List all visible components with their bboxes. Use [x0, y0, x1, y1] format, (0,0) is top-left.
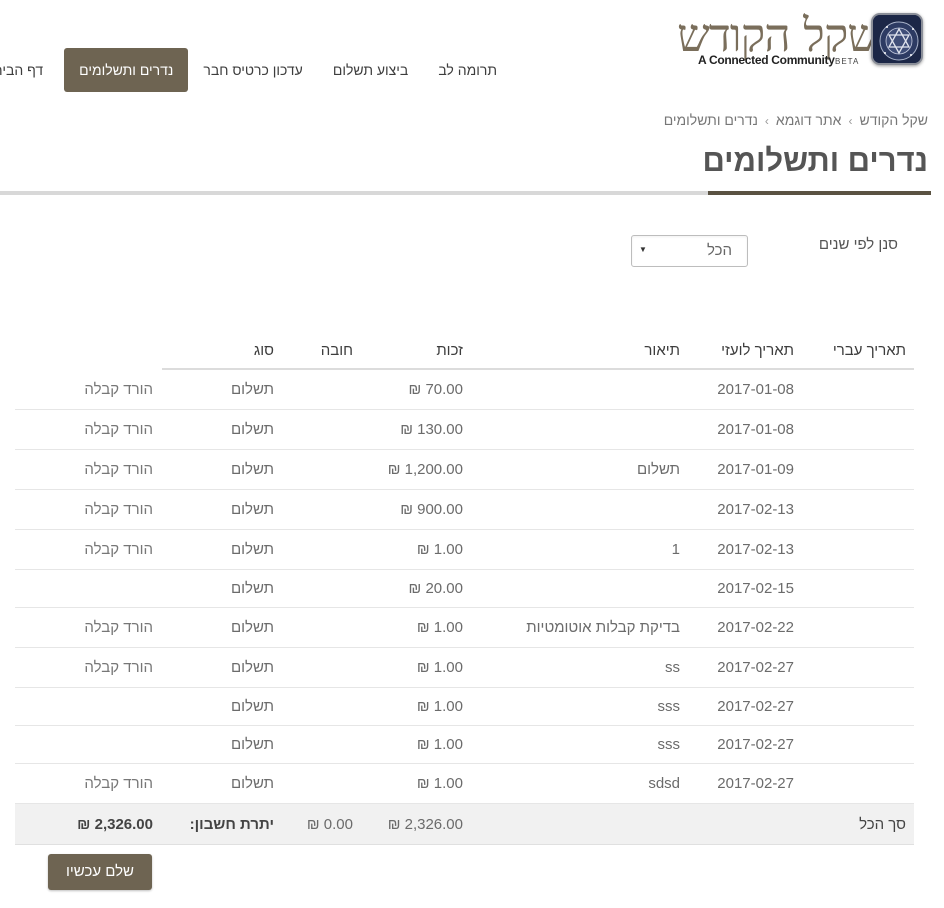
total-label: סך הכל: [859, 816, 906, 833]
cell-credit: ₪ 900.00: [400, 501, 463, 518]
download-receipt-link[interactable]: הורד קבלה: [84, 490, 153, 530]
breadcrumb-current: נדרים ותשלומים: [663, 112, 758, 128]
table-row: 2017-02-27 sdsd ₪ 1.00 תשלום הורד קבלה: [15, 764, 914, 804]
download-receipt-link[interactable]: הורד קבלה: [84, 450, 153, 490]
cell-type: תשלום: [230, 736, 274, 753]
cell-description: בדיקת קבלות אוטומטיות: [526, 619, 680, 636]
dropdown-arrow-icon: ▼: [639, 245, 647, 254]
transactions-table: תאריך עברי תאריך לועזי תיאור זכות חובה ס…: [15, 330, 914, 845]
breadcrumb-home[interactable]: שקל הקודש: [859, 112, 928, 128]
cell-credit: ₪ 1.00: [416, 736, 463, 753]
table-row: 2017-02-13 ₪ 900.00 תשלום הורד קבלה: [15, 490, 914, 530]
cell-date: 2017-02-27: [717, 659, 794, 676]
download-receipt-link[interactable]: הורד קבלה: [84, 370, 153, 410]
download-receipt-link[interactable]: הורד קבלה: [84, 648, 153, 688]
breadcrumb-separator-icon: ›: [764, 114, 769, 128]
cell-credit: ₪ 70.00: [408, 381, 463, 398]
breadcrumb-separator-icon: ›: [848, 114, 853, 128]
cell-date: 2017-02-22: [717, 619, 794, 636]
table-row: 2017-02-27 sss ₪ 1.00 תשלום: [15, 688, 914, 726]
cell-credit: ₪ 1.00: [416, 619, 463, 636]
cell-date: 2017-02-27: [717, 698, 794, 715]
total-credit: ₪ 2,326.00: [387, 816, 463, 833]
cell-type: תשלום: [230, 775, 274, 792]
nav-update-member-card[interactable]: עדכון כרטיס חבר: [188, 48, 317, 92]
cell-type: תשלום: [230, 541, 274, 558]
header-description: תיאור: [644, 342, 680, 359]
header-hebrew-date: תאריך עברי: [832, 342, 906, 359]
cell-type: תשלום: [230, 381, 274, 398]
table-row: 2017-02-27 sss ₪ 1.00 תשלום: [15, 726, 914, 764]
cell-type: תשלום: [230, 619, 274, 636]
balance-label: יתרת חשבון:: [189, 816, 274, 833]
table-row: 2017-01-08 ₪ 130.00 תשלום הורד קבלה: [15, 410, 914, 450]
cell-credit: ₪ 1.00: [416, 698, 463, 715]
header-credit: זכות: [436, 342, 463, 359]
account-balance: ₪ 2,326.00: [77, 816, 153, 833]
year-filter-select[interactable]: הכל ▼: [631, 235, 748, 267]
cell-date: 2017-02-27: [717, 775, 794, 792]
site-logo[interactable]: שקל הקודש A Connected Community BETA: [677, 8, 927, 72]
cell-date: 2017-02-15: [717, 580, 794, 597]
breadcrumb: שקל הקודש › אתר דוגמא › נדרים ותשלומים: [664, 112, 928, 128]
cell-date: 2017-02-13: [717, 501, 794, 518]
table-row: 2017-02-27 ss ₪ 1.00 תשלום הורד קבלה: [15, 648, 914, 688]
cell-date: 2017-01-08: [717, 421, 794, 438]
table-total-row: סך הכל ₪ 2,326.00 ₪ 0.00 יתרת חשבון: ₪ 2…: [15, 804, 914, 845]
cell-description: ss: [665, 659, 680, 676]
cell-credit: ₪ 130.00: [400, 421, 463, 438]
cell-description: 1: [671, 541, 680, 558]
download-receipt-link[interactable]: הורד קבלה: [84, 530, 153, 570]
cell-credit: ₪ 1.00: [416, 659, 463, 676]
nav-pledges-payments[interactable]: נדרים ותשלומים: [64, 48, 189, 92]
table-header-row: תאריך עברי תאריך לועזי תיאור זכות חובה ס…: [15, 330, 914, 370]
cell-credit: ₪ 1.00: [416, 541, 463, 558]
cell-description: תשלום: [636, 461, 680, 478]
cell-type: תשלום: [230, 461, 274, 478]
pay-now-button[interactable]: שלם עכשיו: [48, 854, 152, 890]
cell-type: תשלום: [230, 580, 274, 597]
breadcrumb-site[interactable]: אתר דוגמא: [776, 112, 842, 128]
nav-donation[interactable]: תרומה לב: [423, 48, 512, 92]
table-row: 2017-01-08 ₪ 70.00 תשלום הורד קבלה: [15, 370, 914, 410]
cell-credit: ₪ 1.00: [416, 775, 463, 792]
download-receipt-link[interactable]: הורד קבלה: [84, 608, 153, 648]
cell-type: תשלום: [230, 421, 274, 438]
cell-credit: ₪ 20.00: [408, 580, 463, 597]
cell-description: sdsd: [648, 775, 680, 792]
table-row: 2017-01-09 תשלום ₪ 1,200.00 תשלום הורד ק…: [15, 450, 914, 490]
cell-type: תשלום: [230, 501, 274, 518]
nav-home[interactable]: דף הבית: [0, 48, 58, 92]
cell-date: 2017-02-13: [717, 541, 794, 558]
header-gregorian-date: תאריך לועזי: [721, 342, 794, 359]
year-filter-label: סנן לפי שנים: [818, 236, 898, 253]
table-row: 2017-02-15 ₪ 20.00 תשלום: [15, 570, 914, 608]
cell-description: sss: [657, 736, 681, 753]
nav-make-payment[interactable]: ביצוע תשלום: [318, 48, 423, 92]
title-divider-accent: [708, 191, 931, 195]
cell-description: sss: [657, 698, 681, 715]
total-debit: ₪ 0.00: [306, 816, 353, 833]
cell-date: 2017-02-27: [717, 736, 794, 753]
main-nav: דף הבית נדרים ותשלומים עדכון כרטיס חבר ב…: [0, 48, 512, 92]
page-title: נדרים ותשלומים: [702, 143, 928, 178]
download-receipt-link[interactable]: הורד קבלה: [84, 410, 153, 450]
header-debit: חובה: [320, 342, 353, 359]
year-filter-value: הכל: [706, 242, 732, 259]
logo-badge-icon: [871, 13, 923, 65]
table-row: 2017-02-13 1 ₪ 1.00 תשלום הורד קבלה: [15, 530, 914, 570]
table-row: 2017-02-22 בדיקת קבלות אוטומטיות ₪ 1.00 …: [15, 608, 914, 648]
logo-tagline: A Connected Community: [698, 53, 835, 67]
cell-type: תשלום: [230, 698, 274, 715]
header-type: סוג: [253, 342, 274, 359]
cell-date: 2017-01-09: [717, 461, 794, 478]
cell-type: תשלום: [230, 659, 274, 676]
cell-credit: ₪ 1,200.00: [387, 461, 463, 478]
download-receipt-link[interactable]: הורד קבלה: [84, 764, 153, 804]
cell-date: 2017-01-08: [717, 381, 794, 398]
beta-label: BETA: [835, 57, 860, 66]
